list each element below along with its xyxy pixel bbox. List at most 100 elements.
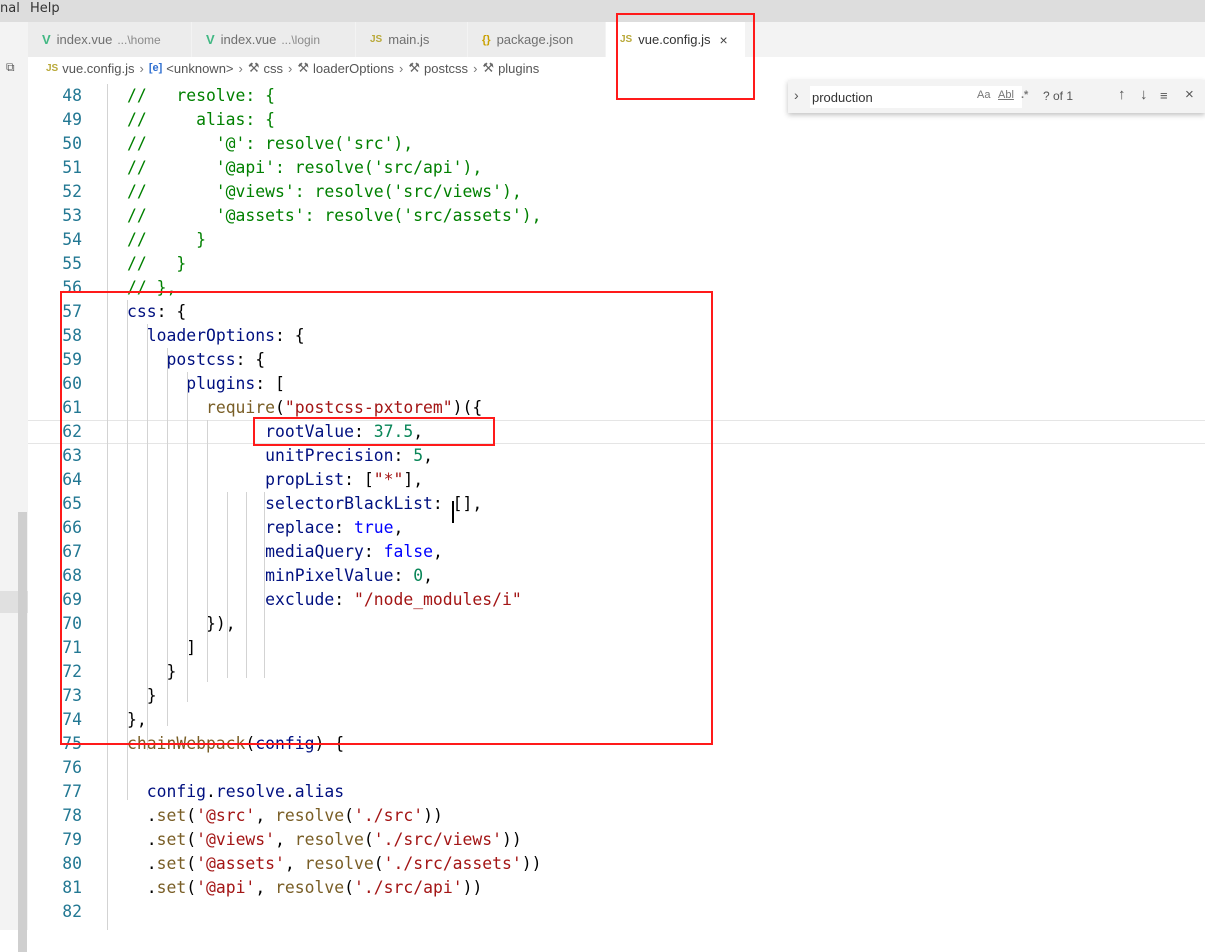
- line-number: 57: [62, 302, 82, 321]
- code-line[interactable]: 51 // '@api': resolve('src/api'),: [28, 156, 1205, 180]
- code-line[interactable]: 77 config.resolve.alias: [28, 780, 1205, 804]
- tab-vue-config-js[interactable]: JS vue.config.js ×: [606, 22, 746, 57]
- code-line[interactable]: 62 rootValue: 37.5,: [28, 420, 1205, 444]
- tab-package-json[interactable]: {} package.json: [468, 22, 606, 57]
- whole-word-icon[interactable]: Abl: [998, 89, 1014, 101]
- code-token: },: [127, 710, 147, 729]
- code-line[interactable]: 76: [28, 756, 1205, 780]
- code-line[interactable]: 66 replace: true,: [28, 516, 1205, 540]
- chevron-right-icon[interactable]: ›: [794, 87, 799, 103]
- code-line[interactable]: 80 .set('@assets', resolve('./src/assets…: [28, 852, 1205, 876]
- match-case-icon[interactable]: Aa: [977, 89, 990, 101]
- code-token: : [: [344, 470, 374, 489]
- breadcrumb-item-plugins[interactable]: plugins: [498, 61, 539, 76]
- code-line[interactable]: 59 postcss: {: [28, 348, 1205, 372]
- line-number: 78: [62, 806, 82, 825]
- line-number: 69: [62, 590, 82, 609]
- code-line[interactable]: 61 require("postcss-pxtorem")({: [28, 396, 1205, 420]
- code-token: // alias: {: [127, 110, 276, 129]
- line-number: 56: [62, 278, 82, 297]
- code-token: ]: [127, 638, 197, 657]
- code-line[interactable]: 82: [28, 900, 1205, 924]
- line-number: 63: [62, 446, 82, 465]
- tab-main-js[interactable]: JS main.js: [356, 22, 468, 57]
- indent-guide: [107, 84, 108, 930]
- indent-guide: [264, 492, 265, 678]
- code-token: // '@views': resolve('src/views'),: [127, 182, 522, 201]
- code-token: :: [363, 542, 384, 561]
- arrow-down-icon[interactable]: ↓: [1140, 86, 1148, 103]
- code-text: minPixelValue: 0,: [127, 564, 433, 588]
- code-line[interactable]: 58 loaderOptions: {: [28, 324, 1205, 348]
- code-line[interactable]: 55 // }: [28, 252, 1205, 276]
- code-line[interactable]: 68 minPixelValue: 0,: [28, 564, 1205, 588]
- code-line[interactable]: 75 chainWebpack(config) {: [28, 732, 1205, 756]
- activity-scrollbar[interactable]: [18, 512, 27, 952]
- code-editor[interactable]: 48// resolve: {49// alias: {50// '@': re…: [28, 80, 1205, 930]
- regex-icon[interactable]: .*: [1021, 89, 1028, 101]
- code-token: .: [205, 782, 216, 801]
- code-line[interactable]: 70 }),: [28, 612, 1205, 636]
- breadcrumb-item-unknown[interactable]: <unknown>: [166, 61, 233, 76]
- code-token: ],: [403, 470, 424, 489]
- code-token: "*": [373, 470, 404, 489]
- code-token: "/node_modules/i": [353, 590, 522, 609]
- close-icon[interactable]: ×: [720, 32, 728, 48]
- tab-bar: V index.vue ...\home V index.vue ...\log…: [28, 22, 1205, 57]
- code-line[interactable]: 67 mediaQuery: false,: [28, 540, 1205, 564]
- code-token: :: [334, 590, 354, 609]
- code-line[interactable]: 63 unitPrecision: 5,: [28, 444, 1205, 468]
- code-line[interactable]: 54 // }: [28, 228, 1205, 252]
- code-line[interactable]: 57 css: {: [28, 300, 1205, 324]
- chevron-right-icon: ›: [398, 60, 404, 76]
- code-line[interactable]: 52 // '@views': resolve('src/views'),: [28, 180, 1205, 204]
- indent-guide: [147, 324, 148, 750]
- code-token: '@views': [196, 830, 276, 849]
- code-line[interactable]: 50 // '@': resolve('src'),: [28, 132, 1205, 156]
- code-token: : [: [255, 374, 285, 393]
- find-match-count: ? of 1: [1043, 89, 1074, 103]
- line-number: 60: [62, 374, 82, 393]
- code-line[interactable]: 81 .set('@api', resolve('./src/api')): [28, 876, 1205, 900]
- code-text: // '@views': resolve('src/views'),: [127, 180, 522, 204]
- code-line[interactable]: 79 .set('@views', resolve('./src/views')…: [28, 828, 1205, 852]
- code-line[interactable]: 73 }: [28, 684, 1205, 708]
- breadcrumb-item-css[interactable]: css: [264, 61, 284, 76]
- code-token: resolve: [275, 878, 345, 897]
- code-text: .set('@assets', resolve('./src/assets')): [127, 852, 542, 876]
- code-line[interactable]: 60 plugins: [: [28, 372, 1205, 396]
- line-number: 64: [62, 470, 82, 489]
- indent-guide: [246, 492, 247, 678]
- code-token: set: [156, 854, 187, 873]
- code-line[interactable]: 64 propList: ["*"],: [28, 468, 1205, 492]
- line-number: 51: [62, 158, 82, 177]
- close-icon[interactable]: ×: [1185, 86, 1194, 103]
- code-text: .set('@src', resolve('./src')): [127, 804, 443, 828]
- code-token: (: [363, 830, 374, 849]
- code-token: .: [127, 878, 157, 897]
- breadcrumb-item-postcss[interactable]: postcss: [424, 61, 468, 76]
- breadcrumb-item-file[interactable]: vue.config.js: [62, 61, 134, 76]
- code-token: )): [462, 878, 483, 897]
- code-line[interactable]: 74},: [28, 708, 1205, 732]
- find-in-selection-icon[interactable]: ≡: [1160, 88, 1168, 103]
- code-line[interactable]: 69 exclude: "/node_modules/i": [28, 588, 1205, 612]
- code-line[interactable]: 71 ]: [28, 636, 1205, 660]
- code-line[interactable]: 65 selectorBlackList: [],: [28, 492, 1205, 516]
- arrow-up-icon[interactable]: ↑: [1118, 86, 1126, 103]
- breadcrumb-item-loaderoptions[interactable]: loaderOptions: [313, 61, 394, 76]
- menu-item-terminal[interactable]: nal: [0, 0, 20, 18]
- code-line[interactable]: 72 }: [28, 660, 1205, 684]
- indent-guide: [187, 372, 188, 702]
- code-token: 0: [413, 566, 424, 585]
- tab-index-vue-home[interactable]: V index.vue ...\home: [28, 22, 192, 57]
- code-token: './src': [354, 806, 424, 825]
- menu-item-help[interactable]: Help: [30, 0, 60, 18]
- copy-icon[interactable]: ⧉: [6, 60, 15, 75]
- code-line[interactable]: 56 // },: [28, 276, 1205, 300]
- code-line[interactable]: 78 .set('@src', resolve('./src')): [28, 804, 1205, 828]
- code-token: selectorBlackList: [265, 494, 433, 513]
- code-line[interactable]: 53 // '@assets': resolve('src/assets'),: [28, 204, 1205, 228]
- tab-index-vue-login[interactable]: V index.vue ...\login: [192, 22, 356, 57]
- code-text: rootValue: 37.5,: [127, 421, 423, 443]
